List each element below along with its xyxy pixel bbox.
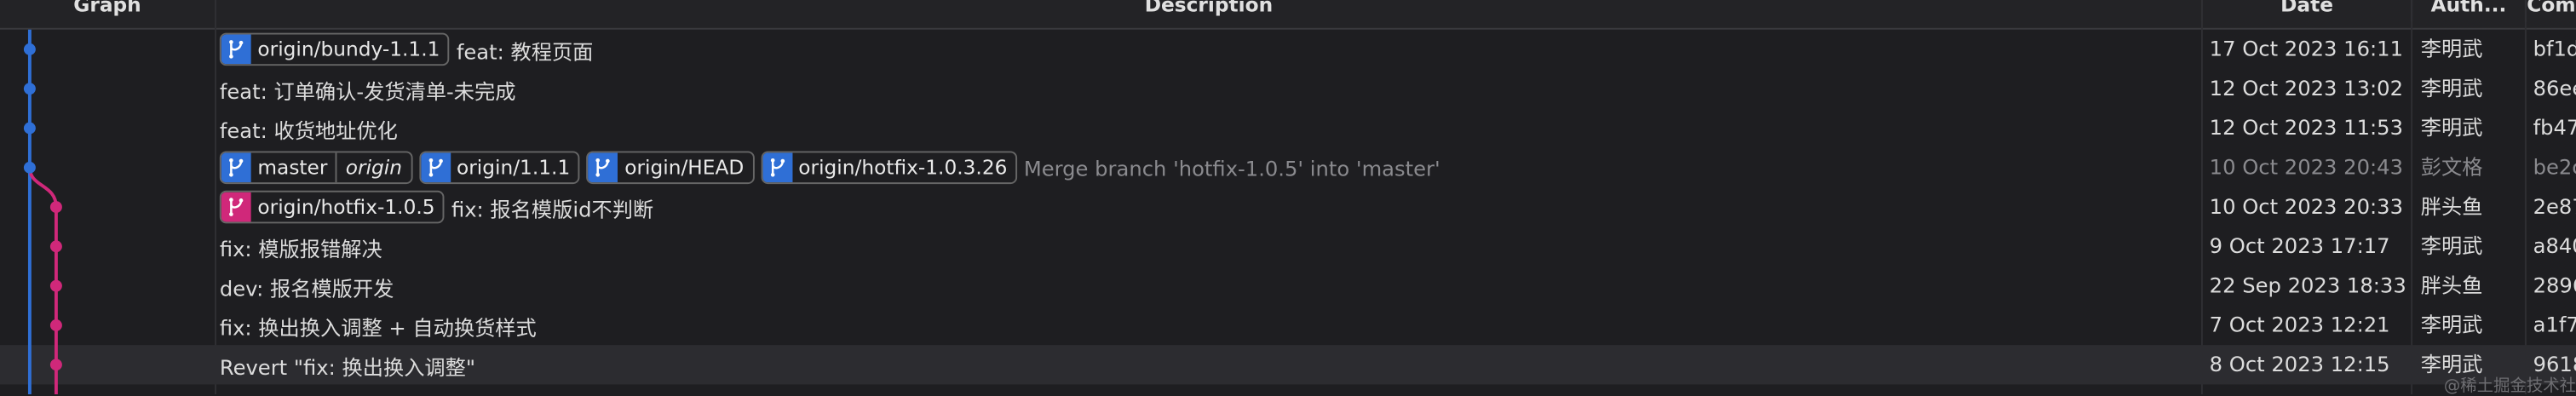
- commit-author: 李明武: [2420, 115, 2483, 140]
- column-header: Graph Description Date Auth... Com: [0, 0, 2576, 30]
- remote-tag: origin: [336, 152, 411, 183]
- branch-icon: [229, 40, 244, 59]
- branch-icon: [229, 198, 244, 216]
- commit-message: fix: 换出换入调整 + 自动换货样式: [219, 314, 537, 340]
- commit-description: feat: 收货地址优化: [220, 108, 398, 147]
- commit-author: 李明武: [2420, 75, 2483, 100]
- commit-row[interactable]: Revert "fix: 换出换入调整" 8 Oct 2023 12:15 李明武 9…: [0, 345, 2576, 385]
- commit-date: 7 Oct 2023 12:21: [2209, 312, 2390, 337]
- commit-node: [49, 201, 62, 214]
- branch-icon: [221, 34, 251, 65]
- commit-row[interactable]: origin/hotfix-1.0.5 fix: 报名模版id不判断 10 Oct …: [0, 187, 2576, 227]
- branch-badge[interactable]: master origin: [219, 151, 412, 185]
- commit-description: master origin origin/1.1.1 origin/HEAD origi…: [219, 148, 1440, 187]
- commit-row[interactable]: master origin origin/1.1.1 origin/HEAD origi…: [0, 148, 2576, 187]
- commit-row[interactable]: fix: 换出换入调整 + 自动换货样式 7 Oct 2023 12:21 李明武 a…: [0, 306, 2576, 345]
- commit-message: Merge branch 'hotfix-1.0.5' into 'master…: [1023, 155, 1440, 181]
- commit-date: 8 Oct 2023 12:15: [2209, 351, 2390, 376]
- commit-hash: a8407: [2533, 232, 2576, 258]
- branch-icon: [769, 158, 785, 177]
- commit-row[interactable]: feat: 订单确认-发货清单-未完成 12 Oct 2023 13:02 李明武 8…: [0, 69, 2576, 108]
- branch-label: origin/1.1.1: [456, 156, 571, 180]
- commit-description: dev: 报名模版开发: [220, 267, 394, 306]
- commit-row[interactable]: fix: 模版报错解决 9 Oct 2023 17:17 李明武 a8407: [0, 227, 2576, 266]
- commit-author: 李明武: [2420, 36, 2483, 61]
- commit-description: origin/bundy-1.1.1 feat: 教程页面: [219, 30, 594, 69]
- commit-message: fix: 模版报错解决: [219, 235, 382, 261]
- branch-badge[interactable]: origin/1.1.1: [418, 151, 580, 185]
- commit-date: 10 Oct 2023 20:43: [2209, 154, 2404, 180]
- branch-label: master: [257, 156, 328, 180]
- commit-author: 胖头鱼: [2420, 273, 2483, 298]
- branch-badge[interactable]: origin/bundy-1.1.1: [219, 32, 451, 66]
- branch-label: origin/hotfix-1.0.3.26: [798, 156, 1008, 180]
- commit-node: [49, 319, 62, 331]
- branch-label: origin/HEAD: [624, 156, 745, 180]
- branch-icon: [420, 152, 451, 183]
- branch-icon: [588, 152, 618, 183]
- git-log-view: Graph Description Date Auth... Com origi…: [0, 0, 2576, 396]
- commit-date: 22 Sep 2023 18:33: [2209, 273, 2406, 298]
- commit-date: 12 Oct 2023 11:53: [2209, 115, 2404, 140]
- branch-label: origin/hotfix-1.0.5: [257, 195, 435, 219]
- commit-date: 12 Oct 2023 13:02: [2209, 75, 2404, 100]
- branch-icon: [221, 192, 251, 222]
- commit-hash: 2e870: [2533, 193, 2576, 219]
- commit-description: fix: 换出换入调整 + 自动换货样式: [220, 306, 537, 345]
- commit-column-header[interactable]: Com: [2527, 0, 2576, 21]
- commit-date: 9 Oct 2023 17:17: [2209, 232, 2390, 258]
- commit-message: feat: 收货地址优化: [219, 117, 398, 142]
- commit-hash: fb476: [2533, 115, 2576, 140]
- merge-line: [27, 167, 58, 208]
- commit-message: fix: 报名模版id不判断: [451, 196, 654, 221]
- commit-node: [49, 359, 62, 371]
- branch-badge[interactable]: origin/hotfix-1.0.5: [219, 190, 446, 224]
- commit-node: [23, 83, 36, 95]
- branch-badge[interactable]: origin/hotfix-1.0.3.26: [760, 151, 1018, 185]
- commit-node: [23, 43, 36, 55]
- commit-node: [49, 240, 62, 253]
- commit-node: [23, 122, 36, 135]
- watermark: @稀土掘金技术社区: [2443, 377, 2576, 396]
- branch-icon: [595, 158, 611, 177]
- commit-author: 彭文格: [2420, 154, 2483, 180]
- branch-icon: [221, 152, 251, 183]
- commit-hash: be2c0: [2533, 154, 2576, 180]
- author-column-header[interactable]: Auth...: [2412, 0, 2527, 22]
- commit-message: feat: 教程页面: [456, 38, 594, 64]
- description-column-header[interactable]: Description: [216, 0, 2203, 22]
- commit-description: origin/hotfix-1.0.5 fix: 报名模版id不判断: [219, 187, 654, 227]
- commit-author: 胖头鱼: [2420, 193, 2483, 219]
- commit-author: 李明武: [2420, 312, 2483, 337]
- branch-icon: [762, 152, 792, 183]
- commit-node: [23, 161, 36, 174]
- commit-node: [49, 279, 62, 292]
- commit-row[interactable]: origin/bundy-1.1.1 feat: 教程页面 17 Oct 2023 …: [0, 30, 2576, 69]
- commit-row[interactable]: feat: 收货地址优化 12 Oct 2023 11:53 李明武 fb476: [0, 108, 2576, 147]
- branch-label: origin/bundy-1.1.1: [257, 37, 440, 61]
- branch-badge[interactable]: origin/HEAD: [586, 151, 754, 185]
- commit-hash: bf1dd: [2533, 36, 2576, 61]
- commit-description: Revert "fix: 换出换入调整": [220, 345, 475, 384]
- commit-author: 李明武: [2420, 232, 2483, 258]
- commit-date: 10 Oct 2023 20:33: [2209, 193, 2404, 219]
- commit-message: dev: 报名模版开发: [219, 275, 394, 301]
- commit-message: feat: 订单确认-发货清单-未完成: [219, 77, 516, 103]
- commit-hash: a1f71: [2533, 312, 2576, 337]
- commit-message: Revert "fix: 换出换入调整": [219, 353, 476, 379]
- branch-icon: [229, 158, 244, 177]
- commit-description: fix: 模版报错解决: [220, 227, 382, 266]
- branch-icon: [428, 158, 442, 177]
- commit-row[interactable]: dev: 报名模版开发 22 Sep 2023 18:33 胖头鱼 28968: [0, 267, 2576, 306]
- commit-date: 17 Oct 2023 16:11: [2209, 36, 2404, 61]
- commit-graph: [23, 29, 62, 395]
- date-column-header[interactable]: Date: [2203, 0, 2413, 22]
- commit-hash: 86ee9: [2533, 75, 2576, 100]
- commit-description: feat: 订单确认-发货清单-未完成: [220, 69, 516, 108]
- commit-hash: 28968: [2533, 273, 2576, 298]
